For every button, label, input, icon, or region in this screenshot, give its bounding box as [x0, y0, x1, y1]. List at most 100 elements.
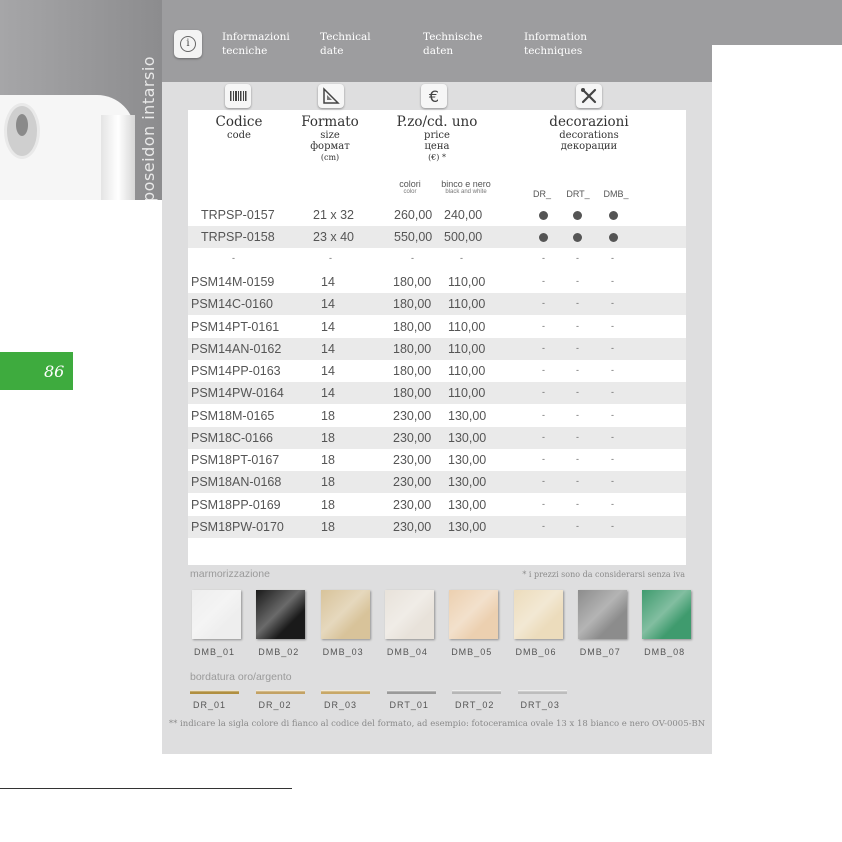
- marble-swatch: [192, 590, 241, 639]
- border-swatch-label: DR_02: [258, 700, 292, 710]
- dmb-unavailable: -: [611, 454, 614, 464]
- row-size: 18: [321, 519, 335, 534]
- row-price-color: 230,00: [393, 408, 432, 423]
- row-code: PSM14PT-0161: [191, 319, 280, 334]
- column-header-price: P.zo/cd. uno price цена (€) *: [396, 114, 478, 163]
- row-code: PSM14PW-0164: [191, 386, 284, 401]
- subheader-drt: DRT_: [566, 189, 590, 199]
- border-swatch-label: DRT_02: [455, 700, 495, 710]
- dmb-unavailable: -: [611, 409, 614, 420]
- header-label-fr: Information techniques: [524, 31, 588, 57]
- dr-unavailable: -: [542, 342, 545, 353]
- dr-unavailable: -: [542, 498, 545, 509]
- dmb-available-dot: [609, 233, 618, 242]
- row-code: PSM18AN-0168: [191, 475, 282, 490]
- dr-unavailable: -: [542, 298, 545, 309]
- table-row: PSM14AN-0162 14 180,00 110,00 - - -: [188, 337, 686, 360]
- drt-available-dot: [573, 211, 582, 220]
- dmb-unavailable: -: [611, 520, 614, 531]
- row-size: 18: [321, 497, 335, 512]
- dr-available-dot: [539, 233, 548, 242]
- border-swatch: [452, 690, 501, 694]
- row-price-color: 260,00: [394, 208, 433, 222]
- ruler-triangle-icon: [318, 84, 344, 108]
- row-price-bw: 130,00: [448, 430, 487, 445]
- marble-swatch: [320, 590, 370, 639]
- table-row-separator: - - - - - - -: [232, 253, 614, 263]
- row-price-color: 230,00: [393, 497, 432, 512]
- border-swatch-label: DRT_01: [389, 700, 429, 710]
- row-price-bw: 110,00: [448, 341, 486, 356]
- page-number: 86: [44, 362, 65, 381]
- border-swatch-label: DR_01: [193, 700, 227, 710]
- row-size: 14: [321, 319, 335, 334]
- product-photo: [0, 95, 135, 200]
- dmb-available-dot: [609, 211, 618, 220]
- drt-unavailable: -: [576, 365, 579, 375]
- drt-unavailable: -: [576, 387, 579, 398]
- border-swatch: [386, 690, 436, 694]
- header-label-en: Technical date: [320, 31, 371, 57]
- dmb-unavailable: -: [611, 498, 614, 509]
- border-swatch: [190, 690, 239, 694]
- dmb-unavailable: -: [611, 342, 614, 353]
- row-size: 14: [321, 297, 335, 312]
- row-code: PSM14PP-0163: [191, 364, 281, 378]
- row-price-color: 230,00: [393, 475, 432, 490]
- drt-available-dot: [573, 233, 582, 242]
- row-code: PSM18C-0166: [191, 430, 273, 445]
- row-price-color: 180,00: [393, 341, 432, 356]
- tools-icon: [576, 84, 602, 108]
- row-size: 18: [321, 430, 335, 445]
- row-size: 23 x 40: [313, 230, 355, 244]
- table-row: PSM18PP-0169 18 230,00 130,00 - - -: [188, 494, 686, 516]
- marble-swatch-label: DMB_08: [644, 647, 686, 657]
- row-price-color: 180,00: [393, 319, 432, 334]
- row-code: PSM14C-0160: [191, 297, 273, 312]
- marble-swatch-label: DMB_06: [515, 647, 557, 657]
- row-code: TRPSP-0158: [201, 230, 275, 244]
- row-price-bw: 110,00: [448, 386, 486, 401]
- side-banner: poseidon intarsio: [0, 0, 162, 200]
- dr-unavailable: -: [542, 409, 545, 420]
- row-code: PSM18PP-0169: [191, 497, 281, 512]
- marble-swatch: [449, 590, 499, 639]
- dmb-unavailable: -: [611, 320, 614, 331]
- table-row: PSM14M-0159 14 180,00 110,00 - - -: [188, 271, 686, 293]
- drt-unavailable: -: [576, 454, 579, 464]
- marble-section-title: marmorizzazione: [190, 568, 270, 580]
- border-swatch-label: DRT_03: [520, 700, 560, 710]
- marble-swatch: [256, 590, 306, 639]
- row-price-color: 230,00: [393, 519, 432, 534]
- dr-unavailable: -: [542, 320, 545, 331]
- dr-unavailable: -: [542, 520, 545, 531]
- marble-swatch-label: DMB_04: [386, 647, 428, 657]
- row-size: 18: [321, 408, 335, 423]
- header-label-de: Technische daten: [423, 31, 483, 57]
- row-code: PSM14AN-0162: [191, 341, 282, 356]
- row-code: PSM14M-0159: [191, 275, 275, 289]
- marble-swatch-label: DMB_03: [322, 647, 364, 657]
- table-row: TRPSP-0158 23 x 40 550,00 500,00: [188, 226, 686, 248]
- drt-unavailable: -: [576, 276, 579, 286]
- drt-unavailable: -: [576, 320, 579, 331]
- row-price-bw: 130,00: [448, 453, 487, 467]
- oval-medallion-image: [4, 103, 40, 159]
- row-price-bw: 130,00: [448, 475, 487, 490]
- row-code: TRPSP-0157: [201, 208, 275, 222]
- row-code: PSM18M-0165: [191, 408, 275, 423]
- row-price-bw: 240,00: [444, 208, 483, 222]
- row-size: 18: [321, 475, 335, 490]
- dr-unavailable: -: [542, 476, 545, 487]
- dmb-unavailable: -: [611, 298, 614, 309]
- marble-swatch: [642, 590, 692, 639]
- column-header-format: Formato size формат (cm): [301, 114, 359, 163]
- dmb-unavailable: -: [611, 387, 614, 398]
- dr-unavailable: -: [542, 387, 545, 398]
- subheader-dr: DR_: [532, 189, 551, 199]
- marble-swatch: [384, 590, 434, 639]
- table-row: PSM14PW-0164 14 180,00 110,00 - - -: [188, 382, 686, 405]
- info-icon: i: [174, 30, 202, 58]
- drt-unavailable: -: [576, 476, 579, 487]
- table-row: TRPSP-0157 21 x 32 260,00 240,00: [188, 204, 686, 226]
